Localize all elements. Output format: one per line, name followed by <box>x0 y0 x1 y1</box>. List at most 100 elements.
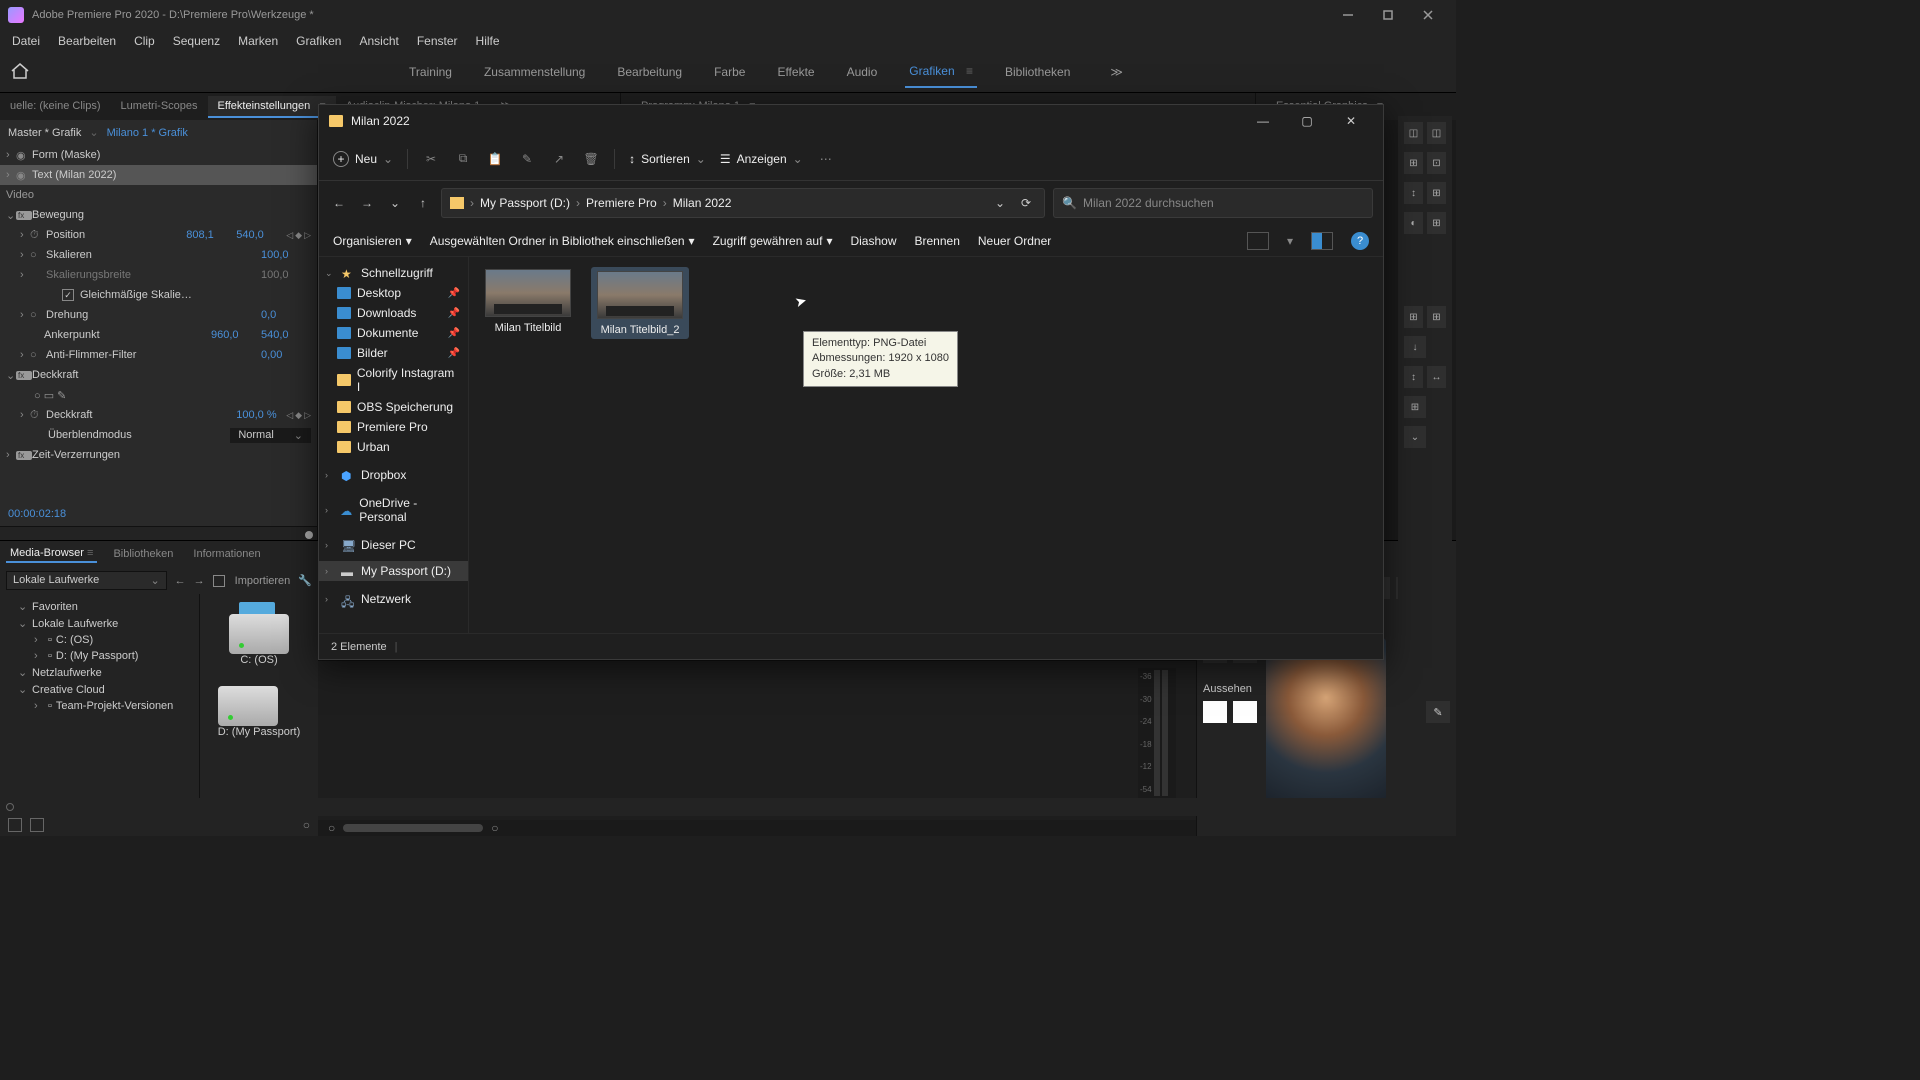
workspace-effekte[interactable]: Effekte <box>773 57 818 87</box>
include-library-button[interactable]: Ausgewählten Ordner in Bibliothek einsch… <box>430 234 695 248</box>
menu-hilfe[interactable]: Hilfe <box>468 32 508 50</box>
effect-prop-skalieren[interactable]: ›○Skalieren100,0 <box>0 245 317 265</box>
paste-icon[interactable]: 📋 <box>486 152 504 166</box>
cut-icon[interactable]: ✂ <box>422 152 440 166</box>
workspace-audio[interactable]: Audio <box>843 57 882 87</box>
view-list-icon[interactable] <box>8 818 22 832</box>
access-button[interactable]: Zugriff gewähren auf ▾ <box>713 234 833 248</box>
uniform-scale-checkbox[interactable] <box>62 289 74 301</box>
menu-clip[interactable]: Clip <box>126 32 163 50</box>
eg-btn-7[interactable]: ◐ <box>1404 212 1423 234</box>
menu-fenster[interactable]: Fenster <box>409 32 466 50</box>
tree-obs[interactable]: OBS Speicherung <box>319 397 468 417</box>
effect-fx-zeitverzerrungen[interactable]: ›fxZeit-Verzerrungen <box>0 445 317 465</box>
eg-btn-13[interactable]: ↔ <box>1427 366 1446 388</box>
home-icon[interactable] <box>10 62 70 83</box>
path-dropdown-icon[interactable]: ⌄ <box>990 196 1010 210</box>
menu-bearbeiten[interactable]: Bearbeiten <box>50 32 124 50</box>
sort-button[interactable]: ↕Sortieren ⌄ <box>629 152 706 166</box>
tree-urban[interactable]: Urban <box>319 437 468 457</box>
effect-prop-position[interactable]: ›⏱Position808,1540,0◁◆▷ <box>0 225 317 245</box>
effect-row-form-maske[interactable]: ›◉Form (Maske) <box>0 145 317 165</box>
workspace-farbe[interactable]: Farbe <box>710 57 749 87</box>
effect-prop-uniform-scale[interactable]: Gleichmäßige Skalie… <box>0 285 317 305</box>
new-button[interactable]: +Neu ⌄ <box>333 151 393 167</box>
tree-onedrive[interactable]: ›☁OneDrive - Personal <box>319 493 468 527</box>
minimize-button[interactable] <box>1328 0 1368 30</box>
refresh-icon[interactable]: ⟳ <box>1016 196 1036 210</box>
tree-bilder[interactable]: Bilder📌 <box>319 343 468 363</box>
preview-pane-icon[interactable] <box>1311 232 1333 250</box>
tab-effekteinstellungen[interactable]: Effekteinstellungen ≡ <box>208 96 336 118</box>
organize-button[interactable]: Organisieren ▾ <box>333 234 412 248</box>
nav-recent-button[interactable]: ⌄ <box>385 196 405 210</box>
menu-ansicht[interactable]: Ansicht <box>351 32 406 50</box>
nav-forward-button[interactable]: → <box>357 196 377 210</box>
nav-fwd-icon[interactable]: → <box>194 575 205 587</box>
address-bar[interactable]: › My Passport (D:) › Premiere Pro › Mila… <box>441 188 1045 218</box>
burn-button[interactable]: Brennen <box>915 234 960 248</box>
effect-timeline-ruler[interactable] <box>0 526 317 540</box>
effect-mask-tools[interactable]: ○ ▭ ✎ <box>0 385 317 405</box>
tree-dropbox[interactable]: ›⬢Dropbox <box>319 465 468 485</box>
tree-premiere[interactable]: Premiere Pro <box>319 417 468 437</box>
effect-context-label[interactable]: Milano 1 * Grafik <box>107 127 188 139</box>
new-folder-button[interactable]: Neuer Ordner <box>978 234 1051 248</box>
effect-fx-deckkraft[interactable]: ⌄fxDeckkraft <box>0 365 317 385</box>
help-icon[interactable]: ? <box>1351 232 1369 250</box>
tab-media-browser[interactable]: Media-Browser ≡ <box>6 545 97 563</box>
tree-dokumente[interactable]: Dokumente📌 <box>319 323 468 343</box>
eg-btn-11[interactable]: ↓ <box>1404 336 1426 358</box>
timeline-scrollbar[interactable]: ○○ <box>318 820 1196 836</box>
tree-lokale-laufwerke[interactable]: ⌄Lokale Laufwerke <box>0 615 199 632</box>
tree-dieser-pc[interactable]: ›🖥Dieser PC <box>319 535 468 555</box>
tree-team-projekt[interactable]: ›▫ Team-Projekt-Versionen <box>0 698 199 714</box>
eg-btn-5[interactable]: ↕ <box>1404 182 1423 204</box>
explorer-close-button[interactable]: ✕ <box>1329 106 1373 136</box>
menu-grafiken[interactable]: Grafiken <box>288 32 349 50</box>
import-button[interactable]: Importieren <box>213 575 291 587</box>
eg-anchor-grid[interactable]: ⊡ <box>1427 152 1446 174</box>
eg-btn-8[interactable]: ⊞ <box>1427 212 1446 234</box>
wrench-icon[interactable]: 🔧 <box>298 574 312 587</box>
drive-item-c[interactable]: C: (OS) <box>229 614 289 666</box>
explorer-titlebar[interactable]: Milan 2022 — ▢ ✕ <box>319 105 1383 137</box>
drive-combo[interactable]: Lokale Laufwerke ⌄ <box>6 571 167 590</box>
breadcrumb-p1[interactable]: Premiere Pro <box>586 196 657 210</box>
effect-row-text[interactable]: ›◉Text (Milan 2022) <box>0 165 317 185</box>
tab-lumetri[interactable]: Lumetri-Scopes <box>110 96 207 118</box>
effect-fx-bewegung[interactable]: ⌄fxBewegung <box>0 205 317 225</box>
eg-btn-14[interactable]: ⊞ <box>1404 396 1426 418</box>
workspace-grafiken[interactable]: Grafiken ≡ <box>905 56 977 88</box>
tree-drive-c[interactable]: ›▫ C: (OS) <box>0 632 199 648</box>
more-icon[interactable]: ⋯ <box>817 152 835 166</box>
eg-btn-9[interactable]: ⊞ <box>1404 306 1423 328</box>
tree-schnellzugriff[interactable]: ⌄★Schnellzugriff <box>319 263 468 283</box>
search-input[interactable]: 🔍 Milan 2022 durchsuchen <box>1053 188 1373 218</box>
slideshow-button[interactable]: Diashow <box>850 234 896 248</box>
workspace-training[interactable]: Training <box>405 57 456 87</box>
delete-icon[interactable]: 🗑 <box>582 152 600 166</box>
tree-desktop[interactable]: Desktop📌 <box>319 283 468 303</box>
share-icon[interactable]: ↗ <box>550 152 568 166</box>
breadcrumb-root[interactable]: My Passport (D:) <box>480 196 570 210</box>
view-button[interactable]: ☰Anzeigen ⌄ <box>720 152 803 166</box>
copy-icon[interactable]: ⧉ <box>454 151 472 166</box>
eg-btn-6[interactable]: ⊞ <box>1427 182 1446 204</box>
tree-drive-d[interactable]: ›▫ D: (My Passport) <box>0 648 199 664</box>
tree-favoriten[interactable]: ⌄Favoriten <box>0 598 199 615</box>
effect-prop-deckkraft[interactable]: ›⏱Deckkraft100,0 %◁◆▷ <box>0 405 317 425</box>
tab-source[interactable]: uelle: (keine Clips) <box>0 96 110 118</box>
menu-sequenz[interactable]: Sequenz <box>165 32 228 50</box>
tree-creative-cloud[interactable]: ⌄Creative Cloud <box>0 681 199 698</box>
effect-prop-blendmode[interactable]: ÜberblendmodusNormal⌄ <box>0 425 317 445</box>
workspace-bibliotheken[interactable]: Bibliotheken <box>1001 57 1074 87</box>
view-grid-icon[interactable] <box>30 818 44 832</box>
eg-btn-1[interactable]: ◫ <box>1404 122 1423 144</box>
tree-my-passport[interactable]: ›▬My Passport (D:) <box>319 561 468 581</box>
color-swatch-2[interactable] <box>1233 701 1257 723</box>
eyedropper-icon[interactable]: ✎ <box>1426 701 1450 723</box>
view-mode-1-icon[interactable] <box>1247 232 1269 250</box>
menu-datei[interactable]: Datei <box>4 32 48 50</box>
eg-btn-10[interactable]: ⊞ <box>1427 306 1446 328</box>
